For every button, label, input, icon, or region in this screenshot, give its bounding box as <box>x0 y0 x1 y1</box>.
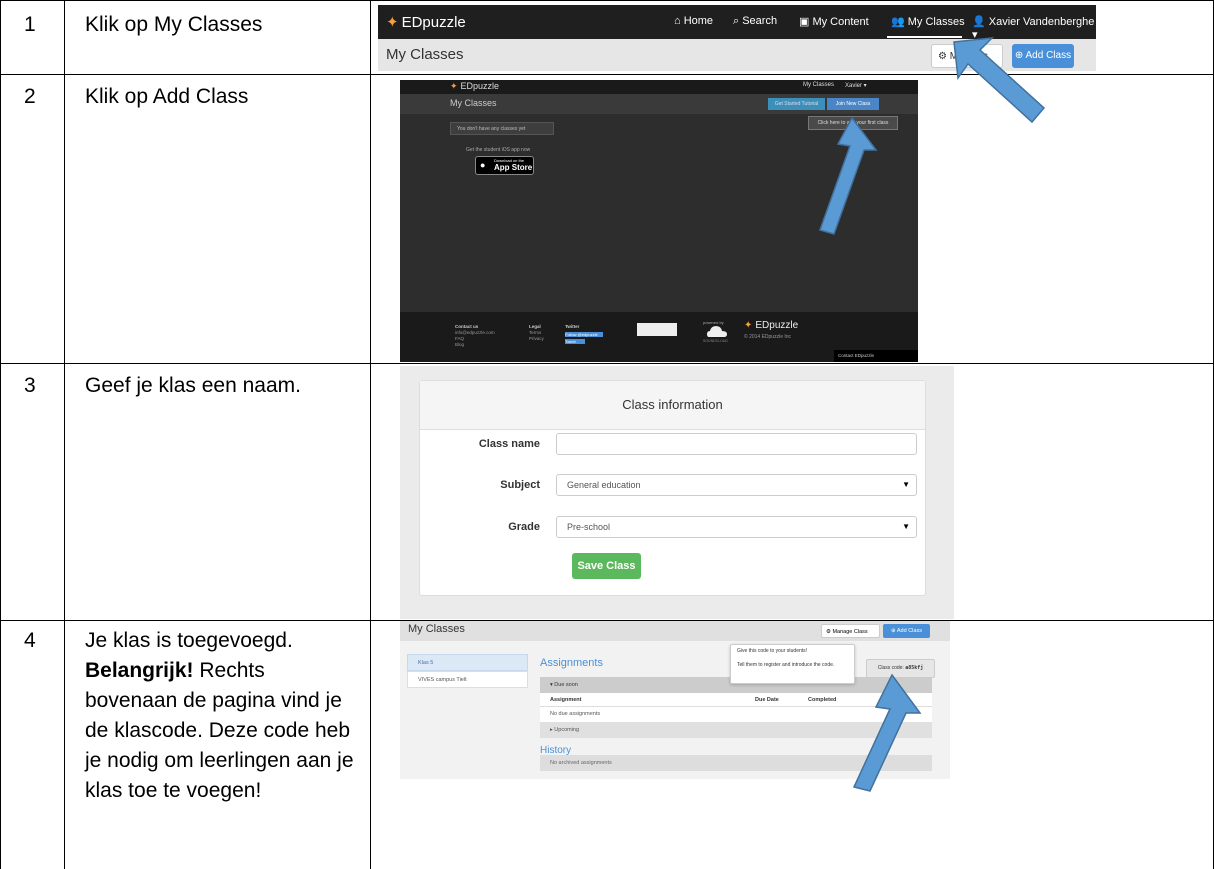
sidebar-item-klas-5[interactable]: Klas 5 <box>407 654 528 671</box>
contact-bar[interactable]: Contact EDpuzzle <box>834 350 918 362</box>
puzzle-icon: ✦ <box>744 320 753 331</box>
step-number: 4 <box>24 629 36 652</box>
puzzle-icon: ✦ <box>450 81 458 91</box>
footer-copyright: © 2014 EDpuzzle Inc <box>744 334 792 340</box>
footer-logo: ✦ EDpuzzle <box>744 320 799 331</box>
pointer-arrow-icon <box>819 116 878 235</box>
subject-label: Subject <box>500 479 540 491</box>
pointer-arrow-icon <box>953 37 1046 124</box>
step-number: 3 <box>24 374 36 397</box>
grade-select[interactable]: Pre-school ▼ <box>556 516 917 538</box>
panel-title: Class information <box>420 381 925 430</box>
footer-widget <box>637 323 677 336</box>
nav-my-classes[interactable]: My Classes <box>803 82 834 88</box>
edpuzzle-logo[interactable]: ✦ EDpuzzle <box>450 81 499 92</box>
nav-my-content[interactable]: ▣ My Content <box>799 15 869 28</box>
nav-user-menu[interactable]: Xavier ▾ <box>845 82 867 89</box>
step-instruction: Geef je klas een naam. <box>85 374 301 397</box>
page-title: My Classes <box>408 623 465 635</box>
step-text-bold: Belangrijk! <box>85 659 194 682</box>
class-code-tooltip: Give this code to your students! Tell th… <box>730 644 855 684</box>
edpuzzle-logo[interactable]: ✦ EDpuzzle <box>386 13 466 31</box>
class-name-label: Class name <box>478 438 540 450</box>
twitter-tweet-button[interactable]: Tweet <box>565 339 585 344</box>
step-text: Je klas is toegevoegd. <box>85 629 293 652</box>
puzzle-icon: ✦ <box>386 14 399 31</box>
nav-my-classes[interactable]: 👥 My Classes <box>891 15 965 28</box>
app-store-badge[interactable]: ● Download on the App Store <box>475 156 534 175</box>
empty-classes-notice: You don't have any classes yet <box>450 122 554 135</box>
apple-icon: ● <box>480 160 486 170</box>
tutorial-button[interactable]: Get Started Tutorial <box>768 98 825 110</box>
screenshot-class-form: Class information Class name Subject Gen… <box>400 366 954 619</box>
caret-down-icon: ▼ <box>902 480 910 489</box>
table-border <box>0 363 1214 364</box>
footer-twitter: Twitter Follow @edpuzzle Tweet <box>565 324 603 344</box>
cloud-icon <box>707 326 727 337</box>
page-title: My Classes <box>450 98 497 108</box>
step-number: 2 <box>24 85 36 108</box>
footer-contact: Contact us info@edpuzzle.com FAQ Blog <box>455 324 495 347</box>
ios-app-text: Get the student iOS app now <box>466 147 531 153</box>
table-border <box>0 0 1214 1</box>
join-class-button[interactable]: Join New Class <box>827 98 879 110</box>
twitter-follow-button[interactable]: Follow @edpuzzle <box>565 332 603 337</box>
nav-home[interactable]: ⌂ Home <box>674 15 713 27</box>
step-number: 1 <box>24 13 36 36</box>
step-instruction: Je klas is toegevoegd. Belangrijk! Recht… <box>85 626 355 806</box>
manage-class-button[interactable]: ⚙ Manage Class <box>821 624 880 638</box>
save-class-button[interactable]: Save Class <box>572 553 641 579</box>
add-class-button[interactable]: ⊕ Add Class <box>883 624 930 638</box>
caret-down-icon: ▼ <box>902 522 910 531</box>
step-instruction: Klik op My Classes <box>85 13 263 36</box>
sidebar-item-vives[interactable]: VIVES campus Tielt <box>407 671 528 688</box>
table-border <box>64 0 65 869</box>
nav-search[interactable]: ⌕ Search <box>733 15 777 28</box>
subject-select[interactable]: General education ▼ <box>556 474 917 496</box>
table-border <box>0 0 1 869</box>
class-name-input[interactable] <box>556 433 917 455</box>
footer-legal: Legal Terms Privacy <box>529 324 544 341</box>
assignments-heading: Assignments <box>540 657 603 669</box>
table-border <box>370 0 371 869</box>
class-info-panel: Class information Class name Subject Gen… <box>419 380 926 596</box>
grade-label: Grade <box>508 521 540 533</box>
soundcloud-label: SOUNDCLOUD <box>703 339 728 343</box>
pointer-arrow-icon <box>852 673 922 792</box>
page-title: My Classes <box>386 46 464 63</box>
step-instruction: Klik op Add Class <box>85 85 249 108</box>
